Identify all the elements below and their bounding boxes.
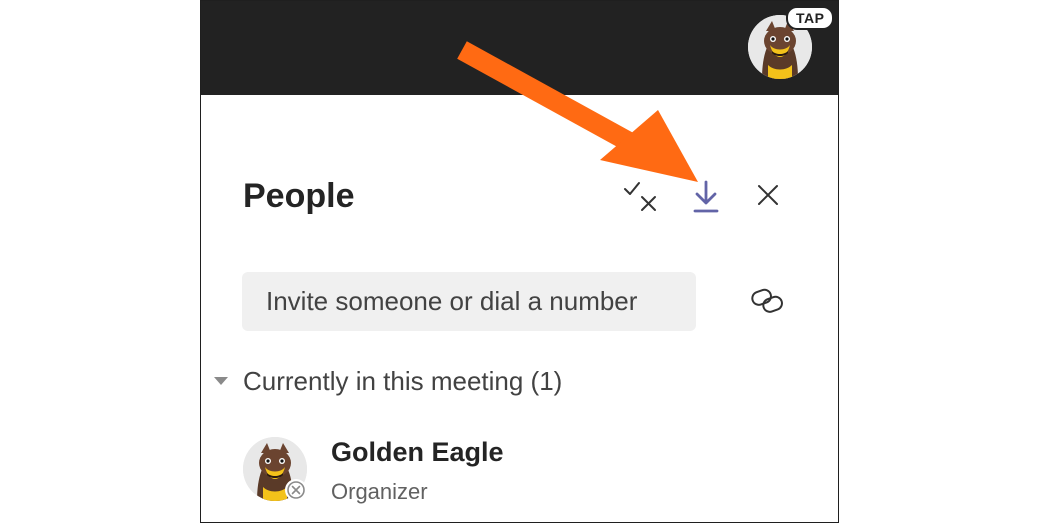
collapse-caret-icon[interactable]: [214, 377, 228, 385]
tap-badge: TAP: [786, 6, 835, 30]
close-icon: [758, 185, 778, 205]
participant-role: Organizer: [331, 479, 428, 504]
invite-input[interactable]: [242, 272, 696, 331]
link-icon: [751, 288, 783, 313]
page-title: People: [243, 177, 355, 215]
share-link-button[interactable]: [750, 288, 784, 314]
annotation-arrow-icon: [457, 41, 698, 182]
section-header[interactable]: Currently in this meeting (1): [243, 366, 562, 397]
close-button[interactable]: [756, 183, 780, 207]
offline-presence-icon: [285, 479, 307, 501]
participant-name[interactable]: Golden Eagle: [331, 437, 504, 468]
